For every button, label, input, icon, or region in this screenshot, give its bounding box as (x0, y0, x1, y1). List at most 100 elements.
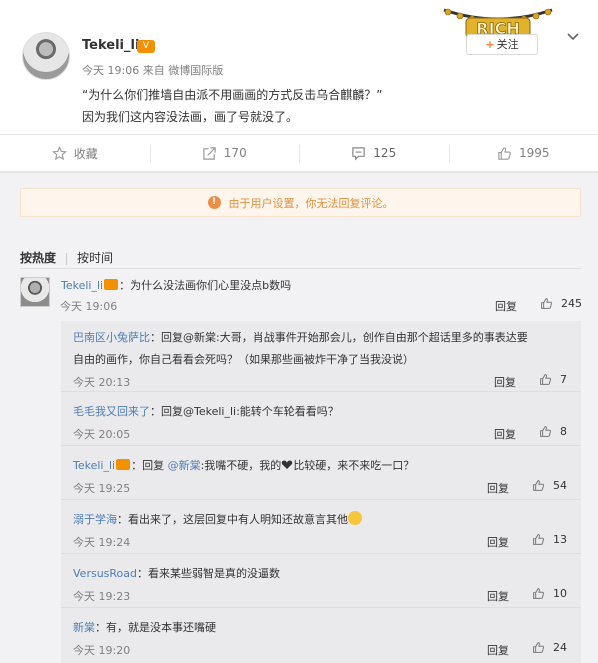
action-bar: 收藏 170 125 1995 (0, 134, 598, 172)
comment-like-button[interactable]: 245 (540, 297, 582, 310)
favorite-label: 收藏 (73, 146, 98, 161)
main-comment: Tekeli_li ：为什么没法画你们心里没点b数吗 今天 19:06 回复 24… (20, 273, 582, 317)
post-text: “为什么你们推墙自由派不用画画的方式反击乌合麒麟？” 因为我们这内容没法画，画了… (82, 84, 582, 128)
info-icon: ! (207, 196, 221, 209)
reply-button[interactable]: 回复 (487, 534, 509, 550)
reply-author[interactable]: 溺于学海 (73, 513, 117, 526)
thumbs-up-icon (540, 426, 551, 437)
thumbs-up-icon (498, 146, 511, 160)
reply-author[interactable]: 巴南区小兔萨比 (73, 331, 150, 344)
favorite-button[interactable]: 收藏 (0, 135, 150, 171)
reply-like-button[interactable]: 7 (539, 373, 567, 386)
repost-button[interactable]: 170 (149, 135, 300, 171)
like-count: 1995 (518, 146, 550, 160)
reply-item: VersusRoad：看来某些弱智是真的没逼数 今天 19:23 回复 10 (61, 555, 581, 608)
reply-body: ：回复@Tekeli_li:能转个车轮看看吗？ (150, 405, 339, 418)
sort-bar: 按热度 按时间 (20, 249, 133, 266)
comment-body: ：为什么没法画你们心里没点b数吗 (119, 279, 292, 292)
reply-button[interactable]: 回复 (487, 588, 509, 604)
thumbs-up-icon (533, 642, 544, 653)
reply-body: ：看来某些弱智是真的没逼数 (137, 567, 280, 580)
author-avatar[interactable] (22, 32, 70, 80)
reply-body: ：有，就是没本事还嘴硬 (95, 621, 216, 634)
reply-body: ：回复 (131, 459, 168, 472)
comment-button[interactable]: 125 (299, 135, 449, 171)
vip-badge-icon: V (137, 40, 155, 53)
reply-text: VersusRoad：看来某些弱智是真的没逼数 (73, 565, 280, 581)
repost-count: 170 (223, 146, 247, 160)
reply-body: ：回复@新棠:大哥，肖战事件开始那会儿，创作自由那个超话里多的事表达要 (150, 331, 528, 344)
chevron-down-icon[interactable] (566, 30, 580, 44)
reply-text: Tekeli_li ：回复 @新棠:我嘴不硬，我的 比较硬，来不来吃一口？ (73, 457, 414, 473)
comment-icon (352, 146, 366, 161)
thumbs-up-icon (533, 480, 544, 491)
reply-author[interactable]: 毛毛我又回来了 (73, 405, 150, 418)
reply-author[interactable]: 新棠 (73, 621, 95, 634)
mention-link[interactable]: @新棠 (168, 459, 201, 472)
avatar[interactable] (20, 277, 50, 307)
comment-author[interactable]: Tekeli_li (61, 279, 103, 292)
follow-label: 关注 (496, 38, 519, 51)
sort-divider (66, 252, 68, 265)
reply-button[interactable]: 回复 (487, 642, 509, 658)
reply-body: ：看出来了，这层回复中有人明知还故意言其他 (117, 513, 348, 526)
like-count: 8 (560, 425, 567, 438)
reply-item: 毛毛我又回来了：回复@Tekeli_li:能转个车轮看看吗？ 今天 20:05 … (61, 393, 581, 446)
reply-item: Tekeli_li ：回复 @新棠:我嘴不硬，我的 比较硬，来不来吃一口？ 今天 1… (61, 447, 581, 500)
follow-button[interactable]: + 关注 (466, 34, 538, 55)
comment-text: Tekeli_li ：为什么没法画你们心里没点b数吗 (61, 277, 291, 293)
reply-like-button[interactable]: 24 (532, 641, 567, 654)
weibo-post-card: Tekeli_li V 今天 19:06 来自 微博国际版 “为什么你们推墙自由… (0, 0, 598, 663)
reply-item: 溺于学海：看出来了，这层回复中有人明知还故意言其他 今天 19:24 回复 13 (61, 501, 581, 554)
reply-text: 溺于学海：看出来了，这层回复中有人明知还故意言其他 (73, 511, 362, 527)
share-icon (203, 146, 216, 160)
reply-body: 比较硬，来不来吃一口？ (293, 459, 415, 472)
reply-item: 新棠：有，就是没本事还嘴硬 今天 19:20 回复 24 (61, 609, 581, 663)
reply-time: 今天 20:13 (73, 376, 131, 389)
post-text-line-1: “为什么你们推墙自由派不用画画的方式反击乌合麒麟？” (82, 88, 383, 102)
thumbs-up-icon (533, 588, 544, 599)
like-count: 24 (553, 641, 567, 654)
reply-author[interactable]: VersusRoad (73, 567, 137, 580)
sort-by-time-tab[interactable]: 按时间 (77, 251, 113, 265)
reply-text: 巴南区小兔萨比：回复@新棠:大哥，肖战事件开始那会儿，创作自由那个超话里多的事表… (73, 329, 528, 345)
reply-text: 新棠：有，就是没本事还嘴硬 (73, 619, 216, 635)
reply-time: 今天 19:25 (73, 482, 131, 495)
vip-badge-icon (116, 459, 131, 470)
reply-like-button[interactable]: 54 (532, 479, 567, 492)
reply-text-cont: 自由的画作，你自己看看会死吗？（如果那些画被炸干净了当我没说） (73, 353, 414, 366)
reply-button[interactable]: 回复 (494, 374, 516, 390)
reply-item: 巴南区小兔萨比：回复@新棠:大哥，肖战事件开始那会儿，创作自由那个超话里多的事表… (61, 321, 581, 392)
reply-restriction-notice: ! 由于用户设置，你无法回复评论。 (20, 188, 581, 217)
heart-icon (282, 460, 293, 469)
reply-like-button[interactable]: 13 (532, 533, 567, 546)
reply-time: 今天 20:05 (73, 428, 131, 441)
like-button[interactable]: 1995 (448, 135, 598, 171)
comment-time: 今天 19:06 (60, 300, 118, 313)
comments-section: ! 由于用户设置，你无法回复评论。 按热度 按时间 Tekeli_li ：为什么没法… (0, 172, 598, 663)
comment-count: 125 (373, 146, 397, 160)
reply-button[interactable]: 回复 (494, 426, 516, 442)
reply-like-button[interactable]: 10 (532, 587, 567, 600)
sort-by-hot-tab[interactable]: 按热度 (20, 251, 56, 265)
emoji-icon (348, 511, 362, 525)
post-text-line-2: 因为我们这内容没法画，画了号就没了。 (82, 110, 299, 124)
reply-body: :我嘴不硬，我的 (200, 459, 282, 472)
thumbs-up-icon (533, 534, 544, 545)
reply-time: 今天 19:20 (73, 644, 131, 657)
like-count: 10 (553, 587, 567, 600)
reply-button[interactable]: 回复 (487, 480, 509, 496)
notice-text: 由于用户设置，你无法回复评论。 (228, 196, 394, 210)
reply-author[interactable]: Tekeli_li (73, 459, 115, 472)
reply-like-button[interactable]: 8 (539, 425, 567, 438)
like-count: 54 (553, 479, 567, 492)
divider (20, 268, 581, 269)
reply-time: 今天 19:24 (73, 536, 131, 549)
thumbs-up-icon (540, 374, 551, 385)
reply-button[interactable]: 回复 (495, 298, 517, 314)
star-icon (51, 145, 67, 160)
reply-text: 毛毛我又回来了：回复@Tekeli_li:能转个车轮看看吗？ (73, 403, 339, 419)
post-meta: 今天 19:06 来自 微博国际版 (82, 64, 224, 77)
vip-badge-icon (104, 279, 119, 290)
author-name[interactable]: Tekeli_li (82, 38, 139, 53)
